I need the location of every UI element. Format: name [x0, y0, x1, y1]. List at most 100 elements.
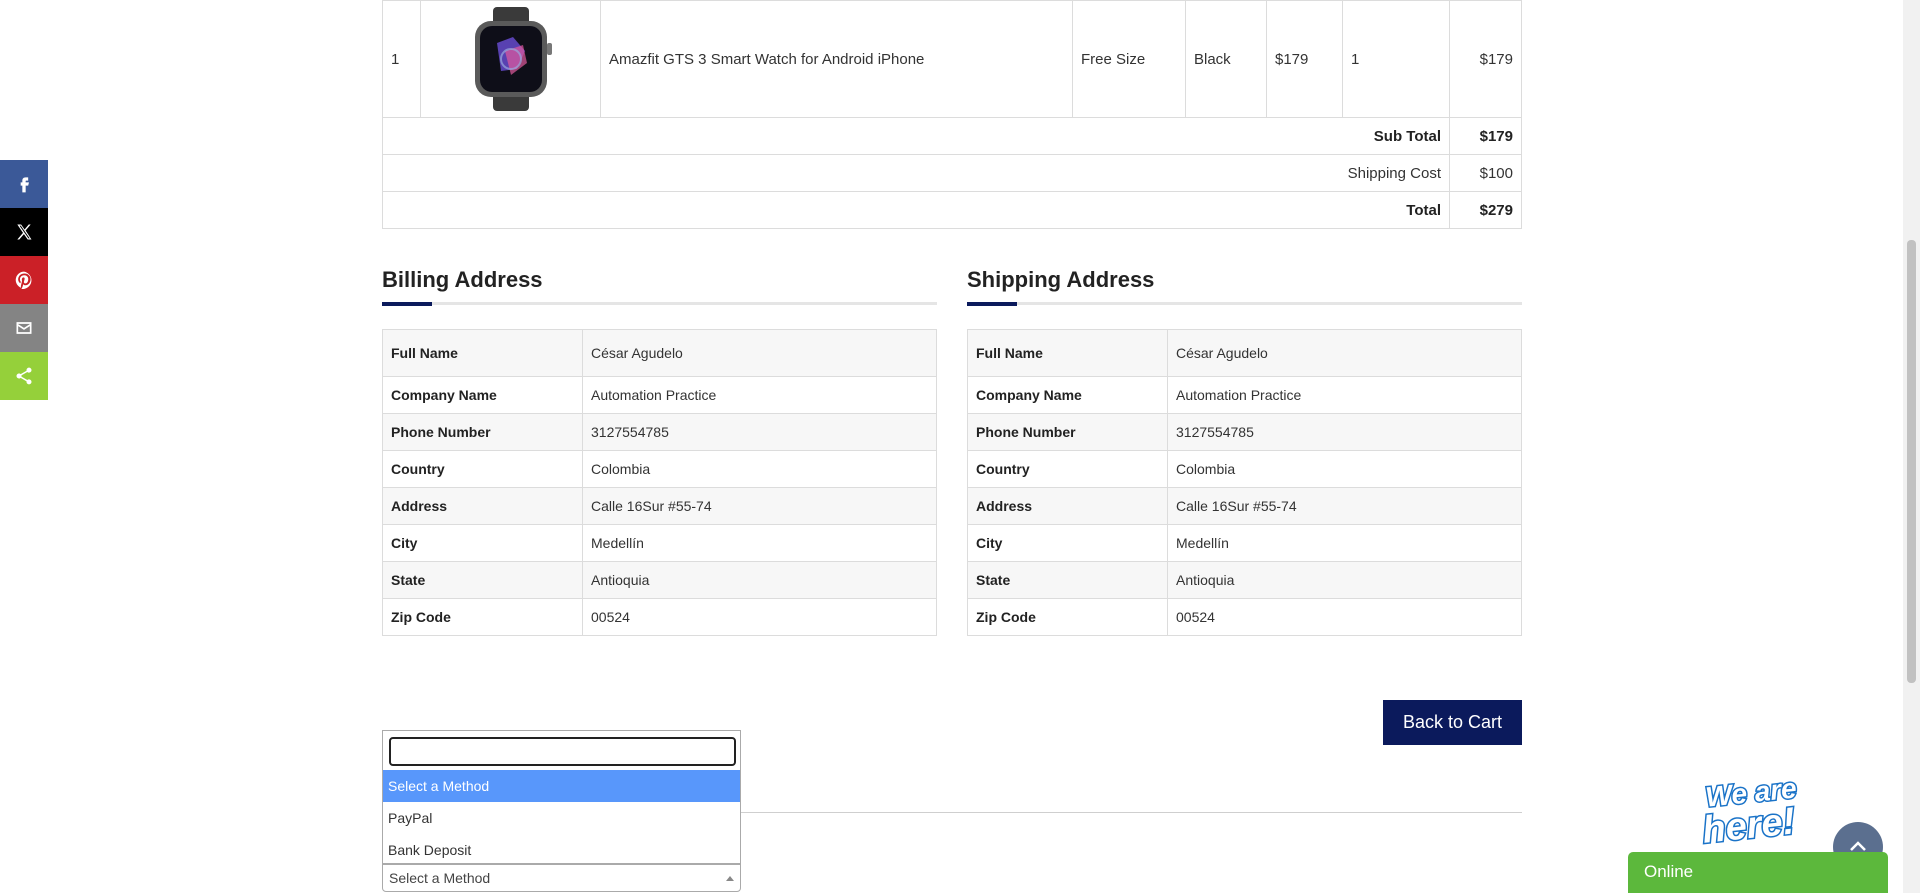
section-divider: [967, 302, 1522, 306]
field-value: Colombia: [1167, 450, 1522, 488]
field-value: Antioquia: [582, 561, 937, 599]
product-total: $179: [1449, 0, 1522, 118]
email-icon: [16, 322, 32, 334]
total-value: $279: [1449, 191, 1522, 229]
field-label: City: [382, 524, 583, 562]
table-row: City Medellín: [382, 524, 937, 562]
field-label: Zip Code: [382, 598, 583, 636]
field-value: César Agudelo: [582, 329, 937, 377]
product-size: Free Size: [1072, 0, 1186, 118]
table-row: Zip Code 00524: [967, 598, 1522, 636]
product-color: Black: [1185, 0, 1267, 118]
field-label: Address: [967, 487, 1168, 525]
field-value: Colombia: [582, 450, 937, 488]
table-row: Full Name César Agudelo: [967, 329, 1522, 377]
table-row: Country Colombia: [382, 450, 937, 488]
field-label: State: [382, 561, 583, 599]
shipping-cost-label: Shipping Cost: [382, 154, 1450, 192]
pinterest-share-button[interactable]: [0, 256, 48, 304]
billing-address-table: Full Name César Agudelo Company Name Autom…: [382, 329, 937, 636]
table-row: Country Colombia: [967, 450, 1522, 488]
payment-option-select-a-method[interactable]: Select a Method: [383, 770, 740, 802]
chat-status: Online: [1644, 862, 1694, 881]
field-value: Medellín: [1167, 524, 1522, 562]
table-row: Address Calle 16Sur #55-74: [382, 487, 937, 525]
chevron-up-icon: [726, 876, 734, 881]
product-price: $179: [1266, 0, 1343, 118]
field-label: State: [967, 561, 1168, 599]
chat-online-bar[interactable]: Online: [1628, 852, 1888, 893]
table-row: Full Name César Agudelo: [382, 329, 937, 377]
shipping-address-table: Full Name César Agudelo Company Name Autom…: [967, 329, 1522, 636]
product-quantity: 1: [1342, 0, 1450, 118]
field-value: 00524: [1167, 598, 1522, 636]
table-row: City Medellín: [967, 524, 1522, 562]
payment-method-selected-value: Select a Method: [389, 870, 491, 886]
x-share-button[interactable]: [0, 208, 48, 256]
total-row: Total $279: [382, 191, 1522, 229]
payment-option-bank-deposit[interactable]: Bank Deposit: [383, 834, 740, 866]
subtotal-label: Sub Total: [382, 117, 1450, 155]
pinterest-icon: [15, 271, 32, 290]
cart-table: 1 Amazfit GTS 3 Smart Watch for Android …: [382, 0, 1522, 229]
subtotal-row: Sub Total $179: [382, 117, 1522, 155]
social-share-bar: [0, 160, 48, 400]
field-label: Company Name: [967, 376, 1168, 414]
field-label: City: [967, 524, 1168, 562]
section-divider: [382, 302, 937, 306]
field-value: 3127554785: [1167, 413, 1522, 451]
we-are-here-logo: We are here!: [1699, 771, 1800, 853]
subtotal-value: $179: [1449, 117, 1522, 155]
field-label: Full Name: [967, 329, 1168, 377]
table-row: Zip Code 00524: [382, 598, 937, 636]
field-label: Full Name: [382, 329, 583, 377]
table-row: 1 Amazfit GTS 3 Smart Watch for Android …: [382, 0, 1522, 118]
field-value: Medellín: [582, 524, 937, 562]
billing-address-section: Billing Address Full Name César Agudelo C…: [382, 266, 937, 636]
field-value: Calle 16Sur #55-74: [582, 487, 937, 525]
product-name: Amazfit GTS 3 Smart Watch for Android iP…: [600, 0, 1073, 118]
field-label: Address: [382, 487, 583, 525]
shipping-cost-value: $100: [1449, 154, 1522, 192]
we-are-here-badge[interactable]: We are here!: [1680, 771, 1824, 853]
table-row: State Antioquia: [382, 561, 937, 599]
table-row: Company Name Automation Practice: [967, 376, 1522, 414]
generic-share-button[interactable]: [0, 352, 48, 400]
email-share-button[interactable]: [0, 304, 48, 352]
field-value: César Agudelo: [1167, 329, 1522, 377]
table-row: Company Name Automation Practice: [382, 376, 937, 414]
payment-method-dropdown: Select a Method PayPal Bank Deposit: [382, 730, 741, 864]
field-label: Zip Code: [967, 598, 1168, 636]
field-value: 3127554785: [582, 413, 937, 451]
scrollbar-thumb[interactable]: [1907, 240, 1916, 683]
smartwatch-image: [474, 7, 552, 111]
table-row: Phone Number 3127554785: [967, 413, 1522, 451]
field-label: Phone Number: [967, 413, 1168, 451]
field-value: Calle 16Sur #55-74: [1167, 487, 1522, 525]
table-row: State Antioquia: [967, 561, 1522, 599]
share-icon: [16, 367, 32, 385]
field-label: Country: [382, 450, 583, 488]
product-image: [420, 0, 601, 118]
payment-method-select[interactable]: Select a Method: [382, 864, 741, 892]
shipping-address-section: Shipping Address Full Name César Agudelo …: [967, 266, 1522, 636]
facebook-share-button[interactable]: [0, 160, 48, 208]
field-value: Automation Practice: [582, 376, 937, 414]
payment-method-search-input[interactable]: [389, 737, 736, 766]
x-icon: [17, 224, 32, 240]
field-label: Phone Number: [382, 413, 583, 451]
table-row: Phone Number 3127554785: [382, 413, 937, 451]
total-label: Total: [382, 191, 1450, 229]
billing-address-title: Billing Address: [382, 267, 543, 292]
table-row: Address Calle 16Sur #55-74: [967, 487, 1522, 525]
vertical-scrollbar[interactable]: [1903, 0, 1920, 893]
item-index: 1: [382, 0, 421, 118]
shipping-address-title: Shipping Address: [967, 267, 1155, 292]
payment-option-paypal[interactable]: PayPal: [383, 802, 740, 834]
back-to-cart-button[interactable]: Back to Cart: [1383, 700, 1522, 745]
field-label: Country: [967, 450, 1168, 488]
field-value: Automation Practice: [1167, 376, 1522, 414]
field-value: 00524: [582, 598, 937, 636]
shipping-cost-row: Shipping Cost $100: [382, 154, 1522, 192]
field-label: Company Name: [382, 376, 583, 414]
